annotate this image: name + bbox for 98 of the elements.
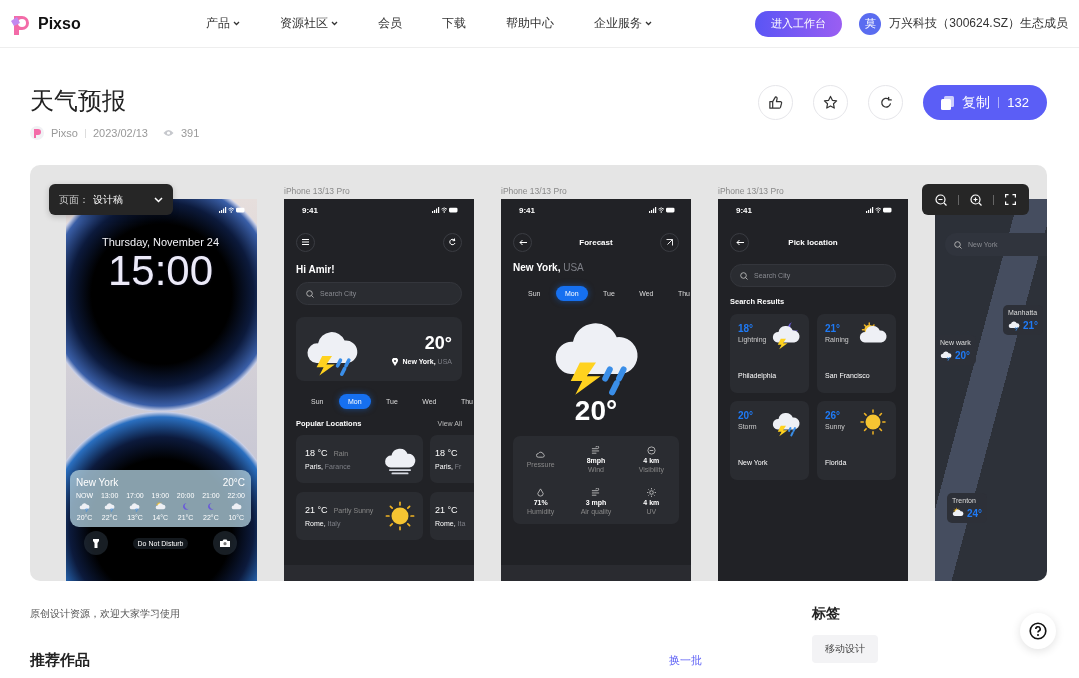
forecast-temperature: 20°: [573, 395, 619, 427]
tag-chip[interactable]: 移动设计: [812, 635, 878, 663]
copy-icon: [941, 95, 955, 110]
star-icon: [823, 95, 839, 110]
flashlight-icon: [93, 538, 99, 548]
location-pin-icon: [392, 357, 399, 366]
status-time: 9:41: [519, 205, 535, 215]
partner-avatar: 莫: [859, 12, 882, 35]
chevron-down-icon: [154, 196, 163, 203]
nav-link[interactable]: 会员: [377, 15, 402, 32]
status-time: 9:41: [736, 205, 752, 215]
cloud-icon: [230, 501, 242, 512]
frame-label: iPhone 13/13 Pro: [501, 185, 568, 197]
moon-storm-cloud-icon: [771, 320, 801, 350]
frame-label: iPhone 13/13 Pro: [718, 185, 785, 197]
work-description: 原创设计资源，欢迎大家学习使用: [30, 607, 181, 621]
nav-link[interactable]: 资源社区: [279, 15, 338, 32]
back-arrow-icon: [518, 238, 527, 246]
cloud-outline-icon: [536, 450, 546, 459]
widget-city: New York: [76, 477, 119, 488]
refresh-arrow-icon: [878, 95, 893, 110]
nav-link[interactable]: 下载: [441, 15, 466, 32]
location-temperature: 21 °C: [305, 505, 328, 515]
wind-icon: [591, 445, 601, 455]
refresh-link[interactable]: 换一批: [669, 653, 702, 668]
screen-title: Pick location: [788, 237, 838, 247]
result-temperature: 18°: [738, 323, 755, 334]
chevron-down-icon: [232, 21, 240, 26]
section-heading: 推荐作品: [30, 651, 90, 670]
widget-temperature: 20°C: [222, 477, 245, 488]
signal-wifi-battery-icon: [866, 207, 892, 213]
cloud-outline-icon: [591, 487, 601, 497]
camera-icon: [220, 539, 230, 547]
nav-link[interactable]: 企业服务: [593, 15, 652, 32]
enter-workspace-button[interactable]: 进入工作台: [755, 10, 843, 37]
result-temperature: 20°: [738, 410, 755, 421]
external-link-icon: [666, 238, 673, 246]
thumbs-up-icon: [768, 95, 784, 110]
sun-cloud-icon: [952, 507, 964, 519]
signal-wifi-battery-icon: [432, 207, 458, 213]
signal-wifi-battery-icon: [219, 207, 245, 213]
current-temperature: 20°: [424, 332, 452, 354]
rain-cloud-icon: [79, 501, 91, 512]
back-arrow-icon: [735, 238, 744, 246]
page-select-dropdown[interactable]: 页面： 设计稿: [49, 184, 173, 215]
logo-text: Pixso: [38, 14, 81, 33]
location-temperature: 18 °C: [305, 448, 328, 458]
chevron-down-icon: [644, 21, 652, 26]
city-name: New York, USA: [513, 262, 585, 273]
rain-cloud-icon: [1008, 319, 1020, 331]
result-temperature: 26°: [825, 410, 842, 421]
menu-icon: [302, 239, 309, 245]
lock-clock: 15:00: [107, 248, 215, 294]
rain-cloud-icon: [104, 501, 116, 512]
zoom-in-icon[interactable]: [970, 193, 982, 206]
zoom-out-icon[interactable]: [935, 193, 948, 206]
help-button[interactable]: [1020, 613, 1056, 649]
screen-title: Forecast: [579, 237, 613, 247]
rain-cloud-icon: [940, 349, 952, 361]
search-icon: [954, 240, 962, 249]
sun-outline-icon: [646, 487, 656, 497]
drop-icon: [536, 487, 546, 497]
nav-link[interactable]: 帮助中心: [505, 15, 554, 32]
search-icon: [306, 289, 314, 298]
chevron-down-icon: [330, 21, 338, 26]
work-title: 天气预报: [30, 86, 127, 116]
rain-cloud-icon: [129, 501, 141, 512]
refresh-icon: [449, 238, 456, 246]
help-icon: [1029, 622, 1047, 640]
nav-link[interactable]: 产品: [205, 15, 240, 32]
sun-icon: [858, 407, 888, 437]
gauge-icon: [646, 445, 656, 455]
pin-temperature: 21°: [1023, 319, 1039, 331]
fullscreen-icon[interactable]: [1004, 194, 1016, 205]
result-temperature: 21°: [825, 323, 842, 334]
status-time: 9:41: [302, 205, 318, 215]
location-temperature: 21 °C: [435, 505, 458, 515]
search-icon: [740, 271, 748, 280]
tags-heading: 标签: [812, 605, 841, 623]
greeting-text: Hi Amir!: [296, 264, 336, 275]
like-button[interactable]: [758, 85, 794, 120]
eye-icon: [162, 129, 174, 137]
pin-temperature: 24°: [967, 507, 983, 519]
publish-date: 2023/02/13: [92, 127, 148, 139]
signal-wifi-battery-icon: [649, 207, 675, 213]
pin-temperature: 20°: [955, 349, 971, 361]
lock-date: Thursday, November 24: [100, 236, 221, 248]
copy-button[interactable]: 复制 132: [923, 85, 1047, 120]
partner-text: 万兴科技（300624.SZ）生态成员: [889, 15, 1068, 32]
favorite-button[interactable]: [813, 85, 849, 120]
author-avatar-icon: [30, 126, 44, 140]
sun-cloud-icon: [154, 501, 166, 512]
location-temperature: 18 °C: [435, 448, 458, 458]
camera-button[interactable]: [213, 531, 237, 555]
flashlight-button[interactable]: [84, 531, 108, 555]
frame-label: iPhone 13/13 Pro: [284, 185, 351, 197]
sun-icon: [383, 499, 417, 533]
view-count: 391: [180, 127, 200, 139]
